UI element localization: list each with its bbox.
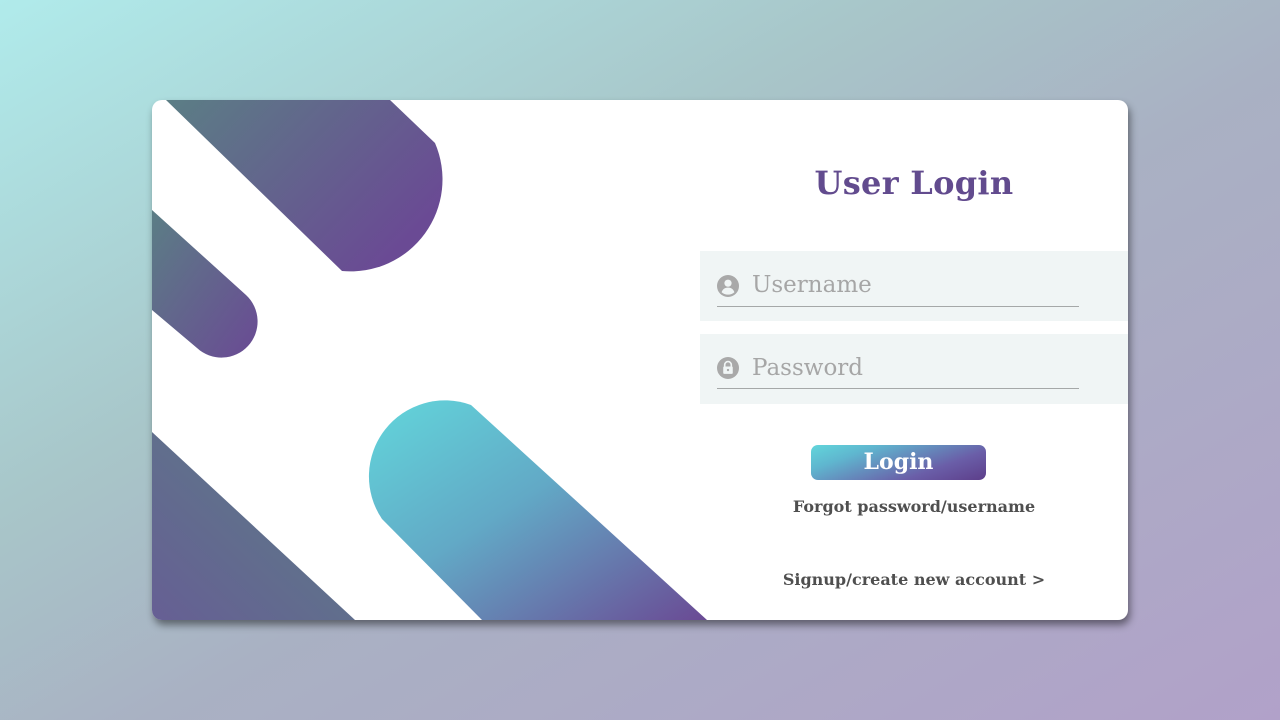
password-input[interactable]	[752, 348, 1072, 388]
password-field	[700, 334, 1128, 404]
top-pill-shape	[166, 100, 443, 272]
lock-circle-icon	[717, 357, 739, 379]
username-underline	[717, 306, 1079, 307]
login-card: User Login Login Forgot password/usernam…	[152, 100, 1128, 620]
login-button[interactable]: Login	[811, 445, 986, 480]
password-underline	[717, 388, 1079, 389]
signup-link[interactable]: Signup/create new account >	[700, 570, 1128, 589]
teal-pill-shape	[368, 400, 707, 620]
forgot-password-link[interactable]: Forgot password/username	[700, 497, 1128, 516]
username-field	[700, 251, 1128, 321]
bottom-left-triangle-shape	[152, 432, 355, 620]
user-circle-icon	[717, 275, 739, 297]
login-title: User Login	[814, 164, 1014, 202]
small-pill-shape	[152, 210, 258, 358]
username-input[interactable]	[752, 265, 1072, 305]
login-panel: User Login Login Forgot password/usernam…	[700, 100, 1128, 620]
